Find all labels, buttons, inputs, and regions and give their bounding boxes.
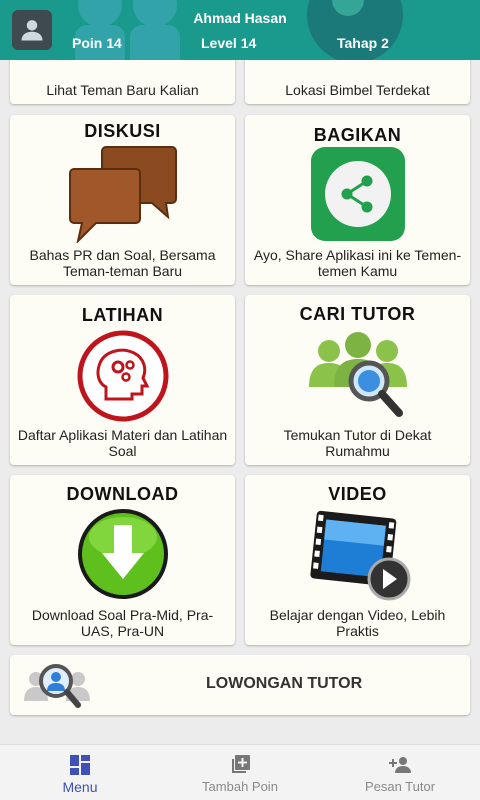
card-latihan[interactable]: LATIHAN Daftar Aplikasi Materi dan Latih… [10, 295, 235, 465]
card-desc: Temukan Tutor di Dekat Rumahmu [283, 427, 432, 459]
card-desc: Daftar Aplikasi Materi dan Latihan Soal [17, 427, 228, 459]
card-desc: Download Soal Pra-Mid, Pra-UAS, Pra-UN [31, 607, 214, 639]
lowongan-tutor-button[interactable]: LOWONGAN TUTOR [10, 655, 470, 715]
tahap-stat: Tahap 2 [337, 35, 389, 51]
people-search-icon [308, 332, 407, 417]
level-stat: Level 14 [201, 35, 257, 51]
card-desc: Lihat Teman Baru Kalian [46, 82, 199, 98]
nav-tambah-poin[interactable]: Tambah Poin [160, 745, 320, 800]
card-title: CARI TUTOR [299, 304, 416, 324]
nav-label: Pesan Tutor [364, 779, 436, 794]
card-title: LATIHAN [81, 305, 164, 325]
card-video[interactable]: VIDEO Belajar dengan Video, Lebih Prakti… [245, 475, 470, 645]
card-diskusi[interactable]: DISKUSI Bahas PR dan Soal, Bersama Teman… [10, 115, 235, 285]
nav-menu[interactable]: Menu [0, 745, 160, 800]
share-icon [310, 147, 405, 241]
card-desc: Ayo, Share Aplikasi ini ke Temen-temen K… [253, 247, 462, 279]
card-desc: Lokasi Bimbel Terdekat [285, 82, 430, 98]
card-desc: Belajar dengan Video, Lebih Praktis [269, 607, 446, 639]
nav-pesan-tutor[interactable]: Pesan Tutor [320, 745, 480, 800]
card-cari-tutor[interactable]: CARI TUTOR Temukan Tutor di Dekat Rumahm… [245, 295, 470, 465]
map-pin-icon [307, 0, 403, 60]
lowongan-label: LOWONGAN TUTOR [206, 675, 363, 692]
brain-gears-icon [77, 330, 168, 422]
card-download[interactable]: DOWNLOAD Download Soal Pra-Mid, Pra-UAS,… [10, 475, 235, 645]
chat-bubbles-icon [68, 146, 177, 243]
nav-label: Tambah Poin [202, 779, 278, 794]
card-title: BAGIKAN [313, 125, 402, 145]
card-title: DISKUSI [84, 121, 161, 141]
bottom-navigation: Menu Tambah Poin Pesan Tutor [0, 744, 480, 800]
add-person-icon [389, 757, 411, 773]
card-title: DOWNLOAD [66, 484, 179, 504]
grid-menu-icon [70, 755, 90, 775]
user-name: Ahmad Hasan [193, 10, 287, 26]
card-bagikan[interactable]: BAGIKAN Ayo, Share Aplikasi ini ke Temen… [245, 115, 470, 285]
download-arrow-icon [77, 509, 168, 599]
card-title: VIDEO [328, 484, 387, 504]
poin-stat: Poin 14 [72, 35, 122, 51]
card-desc: Bahas PR dan Soal, Bersama Teman-teman B… [29, 247, 216, 279]
add-box-icon [232, 755, 250, 773]
film-play-icon [309, 510, 410, 601]
people-silhouette-icon [75, 0, 180, 60]
tutor-search-icon [24, 664, 90, 708]
profile-header: Ahmad Hasan Poin 14 Level 14 Tahap 2 [0, 0, 480, 60]
nav-label: Menu [62, 779, 98, 795]
